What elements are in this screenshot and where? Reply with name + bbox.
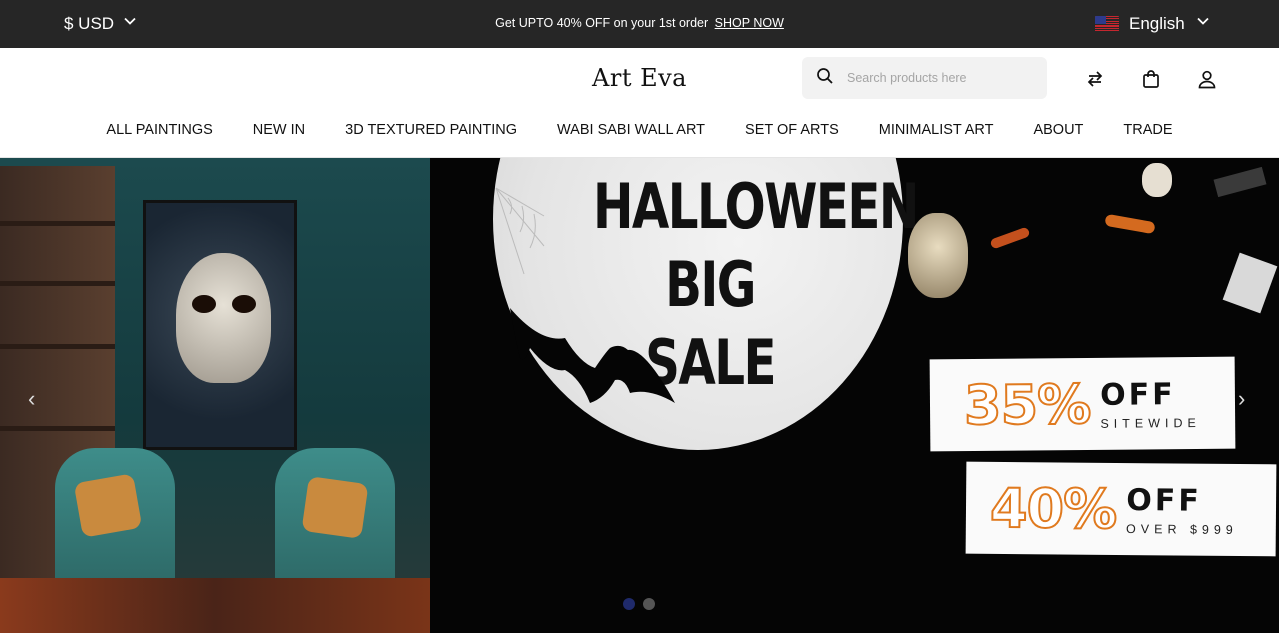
carousel-prev-arrow-icon[interactable]: ‹ xyxy=(28,386,35,412)
spider-web-icon xyxy=(495,187,545,275)
language-selector[interactable]: English xyxy=(1095,13,1211,34)
chevron-down-icon xyxy=(1195,13,1211,34)
carousel-next-arrow-icon[interactable]: › xyxy=(1238,386,1245,412)
announcement-bar: $ USD Get UPTO 40% OFF on your 1st order… xyxy=(0,0,1279,48)
carousel-dot-2[interactable] xyxy=(643,598,655,610)
nav-3d-textured-painting[interactable]: 3D TEXTURED PAINTING xyxy=(325,122,537,138)
offer1-off: OFF xyxy=(1100,376,1176,413)
promo-text: Get UPTO 40% OFF on your 1st order xyxy=(495,16,709,30)
nav-about[interactable]: ABOUT xyxy=(1013,122,1103,138)
offer2-subtitle: OVER $999 xyxy=(1126,521,1238,537)
nav-all-paintings[interactable]: ALL PAINTINGS xyxy=(86,122,232,138)
offer1-subtitle: SITEWIDE xyxy=(1100,415,1201,431)
cart-bag-icon[interactable] xyxy=(1141,69,1161,89)
halloween-room-image xyxy=(0,158,430,633)
account-user-icon[interactable] xyxy=(1197,69,1217,89)
hero-banner[interactable]: HALLOWEEN BIG SALE 35% OFF SITEWIDE 40% … xyxy=(0,158,1279,633)
skull-painting-image xyxy=(143,200,297,450)
hero-title-line1: HALLOWEEN xyxy=(593,170,919,243)
offer-ticket-35: 35% OFF SITEWIDE xyxy=(929,356,1236,452)
search-icon[interactable] xyxy=(816,67,834,90)
search-bar[interactable] xyxy=(802,57,1047,99)
nav-trade[interactable]: TRADE xyxy=(1103,122,1192,138)
language-label: English xyxy=(1129,13,1185,33)
halloween-decor-image xyxy=(900,158,1279,358)
nav-wabi-sabi-wall-art[interactable]: WABI SABI WALL ART xyxy=(537,122,725,138)
carousel-dot-1[interactable] xyxy=(623,598,635,610)
promo-message: Get UPTO 40% OFF on your 1st order SHOP … xyxy=(0,16,1279,30)
offer2-percent: 40% xyxy=(989,475,1118,541)
offer1-percent: 35% xyxy=(963,371,1092,437)
offer2-off: OFF xyxy=(1126,482,1202,519)
shop-now-link[interactable]: SHOP NOW xyxy=(715,16,784,30)
nav-new-in[interactable]: NEW IN xyxy=(233,122,325,138)
search-input[interactable] xyxy=(847,71,1037,85)
main-navigation: ALL PAINTINGS NEW IN 3D TEXTURED PAINTIN… xyxy=(0,122,1279,138)
offer-ticket-40: 40% OFF OVER $999 xyxy=(965,461,1277,557)
nav-minimalist-art[interactable]: MINIMALIST ART xyxy=(859,122,1014,138)
site-header: Art Eva ALL PAINTINGS NEW IN 3D TEXTURED… xyxy=(0,48,1279,158)
bat-icon xyxy=(510,308,675,403)
carousel-dots xyxy=(623,598,655,610)
us-flag-icon xyxy=(1095,15,1119,32)
nav-set-of-arts[interactable]: SET OF ARTS xyxy=(725,122,859,138)
compare-icon[interactable] xyxy=(1085,69,1105,89)
